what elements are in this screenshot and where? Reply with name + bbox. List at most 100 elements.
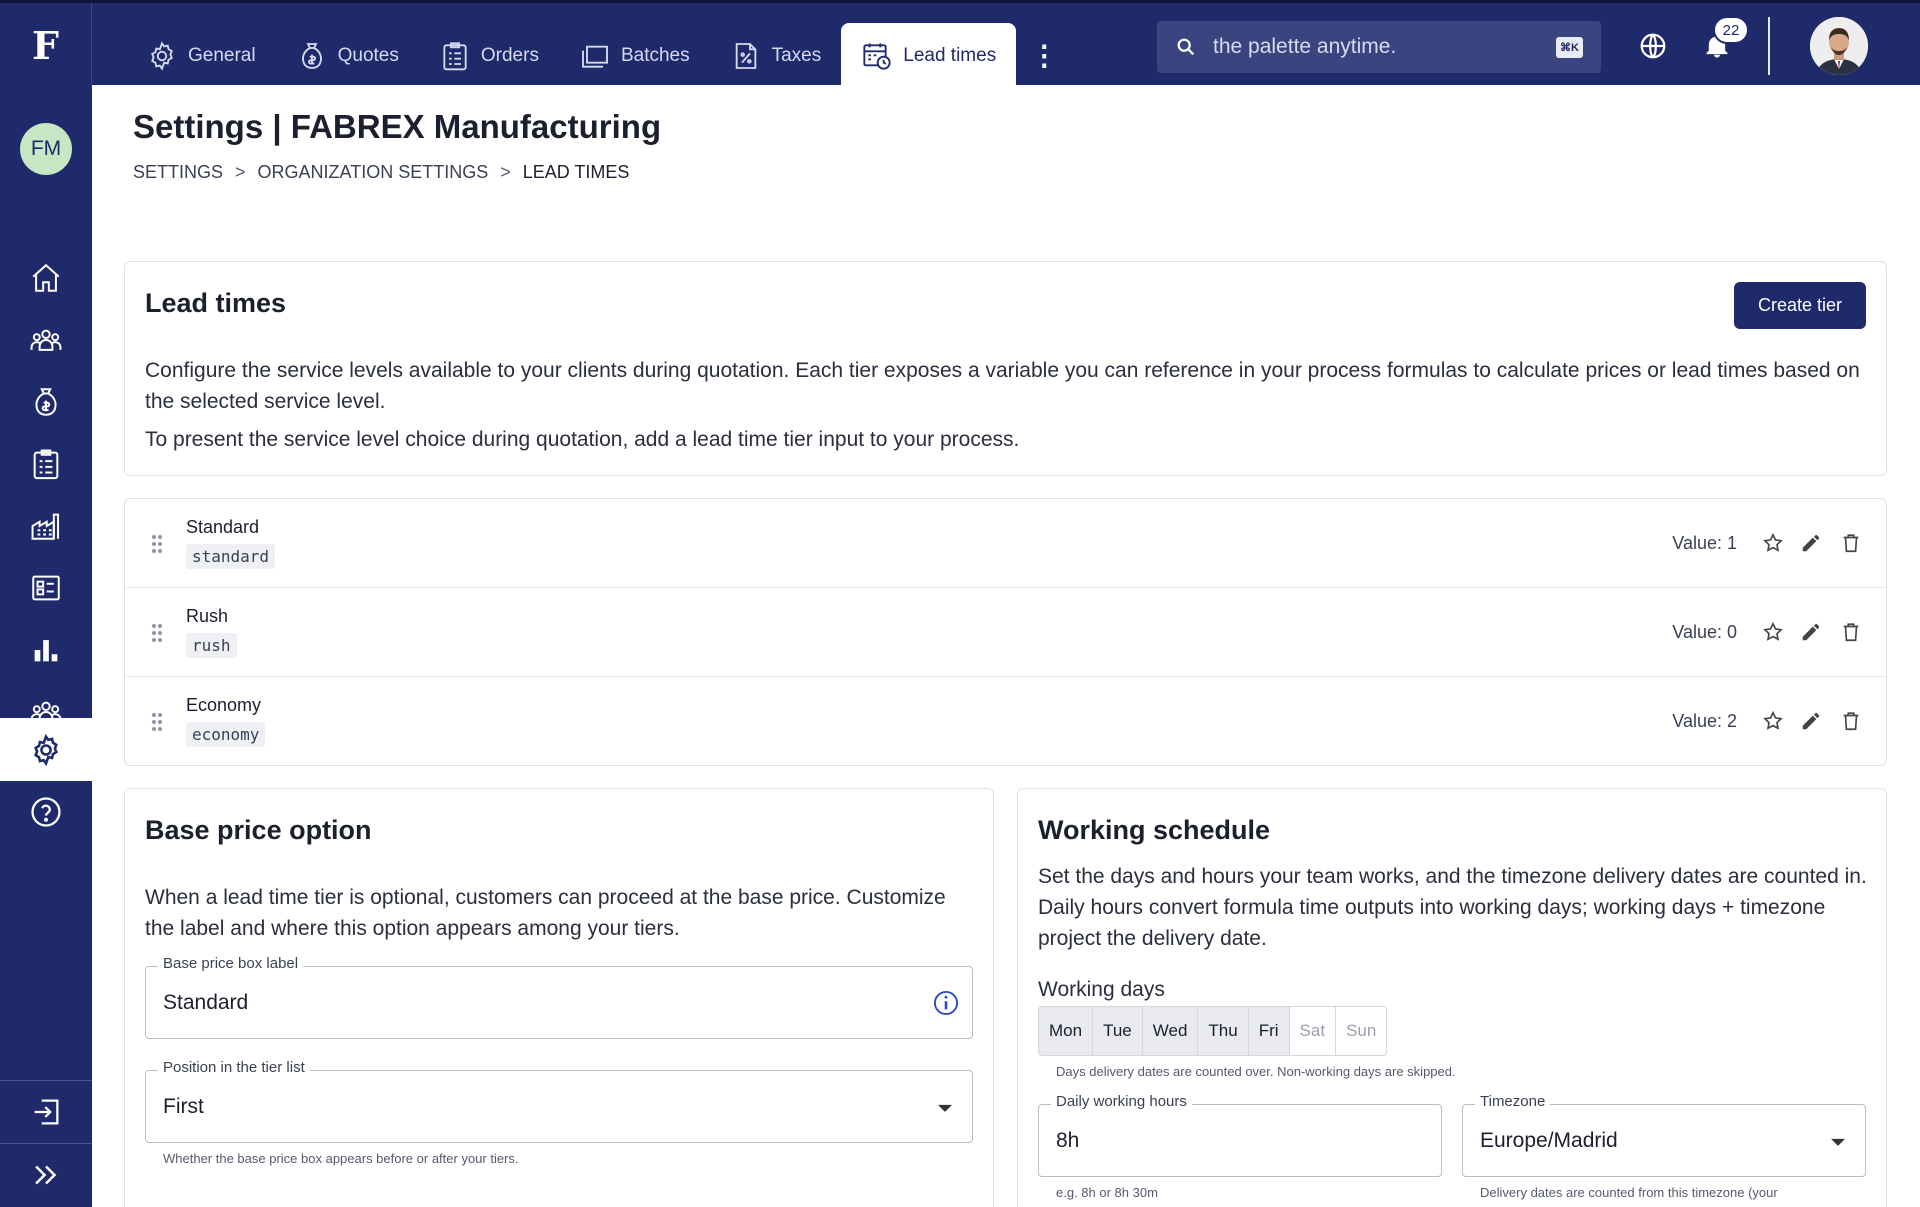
edit-icon[interactable] [1797,618,1825,646]
timezone-helper: Delivery dates are counted from this tim… [1480,1185,1778,1200]
tab-quotes[interactable]: Quotes [276,23,419,88]
tier-row[interactable]: Standard standard Value: 1 [124,499,1887,588]
base-price-label-input[interactable] [163,967,919,1038]
tab-general-label: General [188,44,256,66]
money-bag-icon [301,42,322,69]
sidebar-item-catalog[interactable] [0,557,92,619]
star-icon[interactable] [1759,707,1787,735]
sidebar-item-quotes[interactable] [0,371,92,433]
create-tier-button[interactable]: Create tier [1734,282,1866,329]
help-icon [31,797,61,827]
more-tabs-icon[interactable]: ⋮ [1016,23,1072,88]
gear-icon [151,40,173,71]
top-tabs: General Quotes Orders Batches Taxes Lead… [126,23,1072,88]
calendar-clock-icon [863,42,891,70]
base-price-label-field[interactable]: Base price box label [145,955,973,1039]
drag-handle-icon[interactable] [150,533,164,555]
tier-name: Standard [186,517,260,537]
position-select-value: First [163,1094,204,1118]
daily-hours-input[interactable] [1056,1105,1388,1176]
catalog-icon [32,575,60,601]
timezone-select[interactable]: Timezone Europe/Madrid [1462,1093,1866,1177]
tier-code: rush [186,633,237,658]
position-helper: Whether the base price box appears befor… [163,1151,519,1166]
sidebar-item-production[interactable] [0,495,92,557]
chevron-down-icon [938,1104,952,1112]
position-select[interactable]: Position in the tier list First [145,1059,973,1143]
day-toggle-sun[interactable]: Sun [1336,1007,1387,1055]
settings-icon [34,733,58,766]
base-price-description: When a lead time tier is optional, custo… [145,886,946,940]
drag-handle-icon[interactable] [150,711,164,733]
customers-icon [30,329,62,351]
lead-times-hint: To present the service level choice duri… [145,428,1020,451]
user-avatar[interactable] [1810,17,1868,75]
tab-taxes-label: Taxes [771,44,822,66]
sidebar: FM [0,85,92,1207]
day-toggle-tue[interactable]: Tue [1093,1007,1143,1055]
edit-icon[interactable] [1797,707,1825,735]
search-input[interactable] [1213,35,1541,59]
sidebar-item-orders[interactable] [0,433,92,495]
tab-general[interactable]: General [126,23,276,88]
tier-value: Value: 2 [1672,711,1737,731]
notification-count: 22 [1713,16,1749,44]
day-toggle-fri[interactable]: Fri [1248,1007,1290,1055]
daily-hours-helper: e.g. 8h or 8h 30m [1056,1185,1158,1200]
language-icon[interactable] [1632,25,1674,67]
tier-row[interactable]: Rush rush Value: 0 [124,588,1887,677]
sidebar-item-settings[interactable] [0,718,92,781]
logo[interactable]: F [0,3,92,88]
tier-row[interactable]: Economy economy Value: 2 [124,677,1887,766]
expand-icon [35,1165,57,1185]
org-avatar[interactable]: FM [20,123,72,175]
tab-orders[interactable]: Orders [419,23,559,88]
edit-icon[interactable] [1797,529,1825,557]
tax-document-icon [735,42,756,69]
info-icon[interactable] [932,989,960,1017]
sidebar-item-customers[interactable] [0,309,92,371]
tab-batches-label: Batches [620,44,690,66]
delete-icon[interactable] [1837,707,1865,735]
delete-icon[interactable] [1837,618,1865,646]
drag-handle-icon[interactable] [150,622,164,644]
daily-hours-field[interactable]: Daily working hours [1038,1093,1442,1177]
working-schedule-description: Set the days and hours your team works, … [1038,865,1867,950]
sidebar-item-home[interactable] [0,247,92,309]
tier-code: economy [186,722,266,747]
search-icon [1177,38,1195,56]
day-toggle-thu[interactable]: Thu [1198,1007,1249,1055]
sidebar-item-analytics[interactable] [0,619,92,681]
day-toggle-wed[interactable]: Wed [1142,1007,1199,1055]
star-icon[interactable] [1759,529,1787,557]
sidebar-logout[interactable] [0,1081,92,1143]
chevron-down-icon [1831,1138,1845,1146]
tier-value: Value: 1 [1672,533,1737,553]
tier-name: Economy [186,695,262,715]
breadcrumb: SETTINGS > ORGANIZATION SETTINGS > LEAD … [133,162,629,183]
base-price-title: Base price option [145,815,372,845]
breadcrumb-organization-settings[interactable]: ORGANIZATION SETTINGS [258,162,489,183]
tab-batches[interactable]: Batches [559,23,710,88]
tab-taxes[interactable]: Taxes [710,23,842,88]
working-days-toggle: Mon Tue Wed Thu Fri Sat Sun [1038,1006,1388,1056]
command-search[interactable]: ⌘K [1157,21,1601,73]
top-bar: F General Quotes Orders Batches Taxes Le… [0,0,1920,88]
working-days-label: Working days [1038,978,1165,1001]
page-title: Settings | FABREX Manufacturing [133,108,662,145]
top-divider [1768,17,1770,75]
day-toggle-sat[interactable]: Sat [1289,1007,1337,1055]
analytics-icon [34,640,58,662]
breadcrumb-lead-times: LEAD TIMES [522,162,630,182]
breadcrumb-settings[interactable]: SETTINGS [133,162,223,183]
tab-lead-times[interactable]: Lead times [841,23,1017,88]
shortcut-hint: ⌘K [1556,36,1583,58]
sidebar-item-help[interactable] [0,781,92,843]
tier-value: Value: 0 [1672,622,1737,642]
star-icon[interactable] [1759,618,1787,646]
delete-icon[interactable] [1837,529,1865,557]
day-toggle-mon[interactable]: Mon [1039,1007,1094,1055]
sidebar-expand[interactable] [0,1144,92,1206]
tier-code: standard [186,544,276,569]
timezone-value: Europe/Madrid [1480,1128,1618,1152]
